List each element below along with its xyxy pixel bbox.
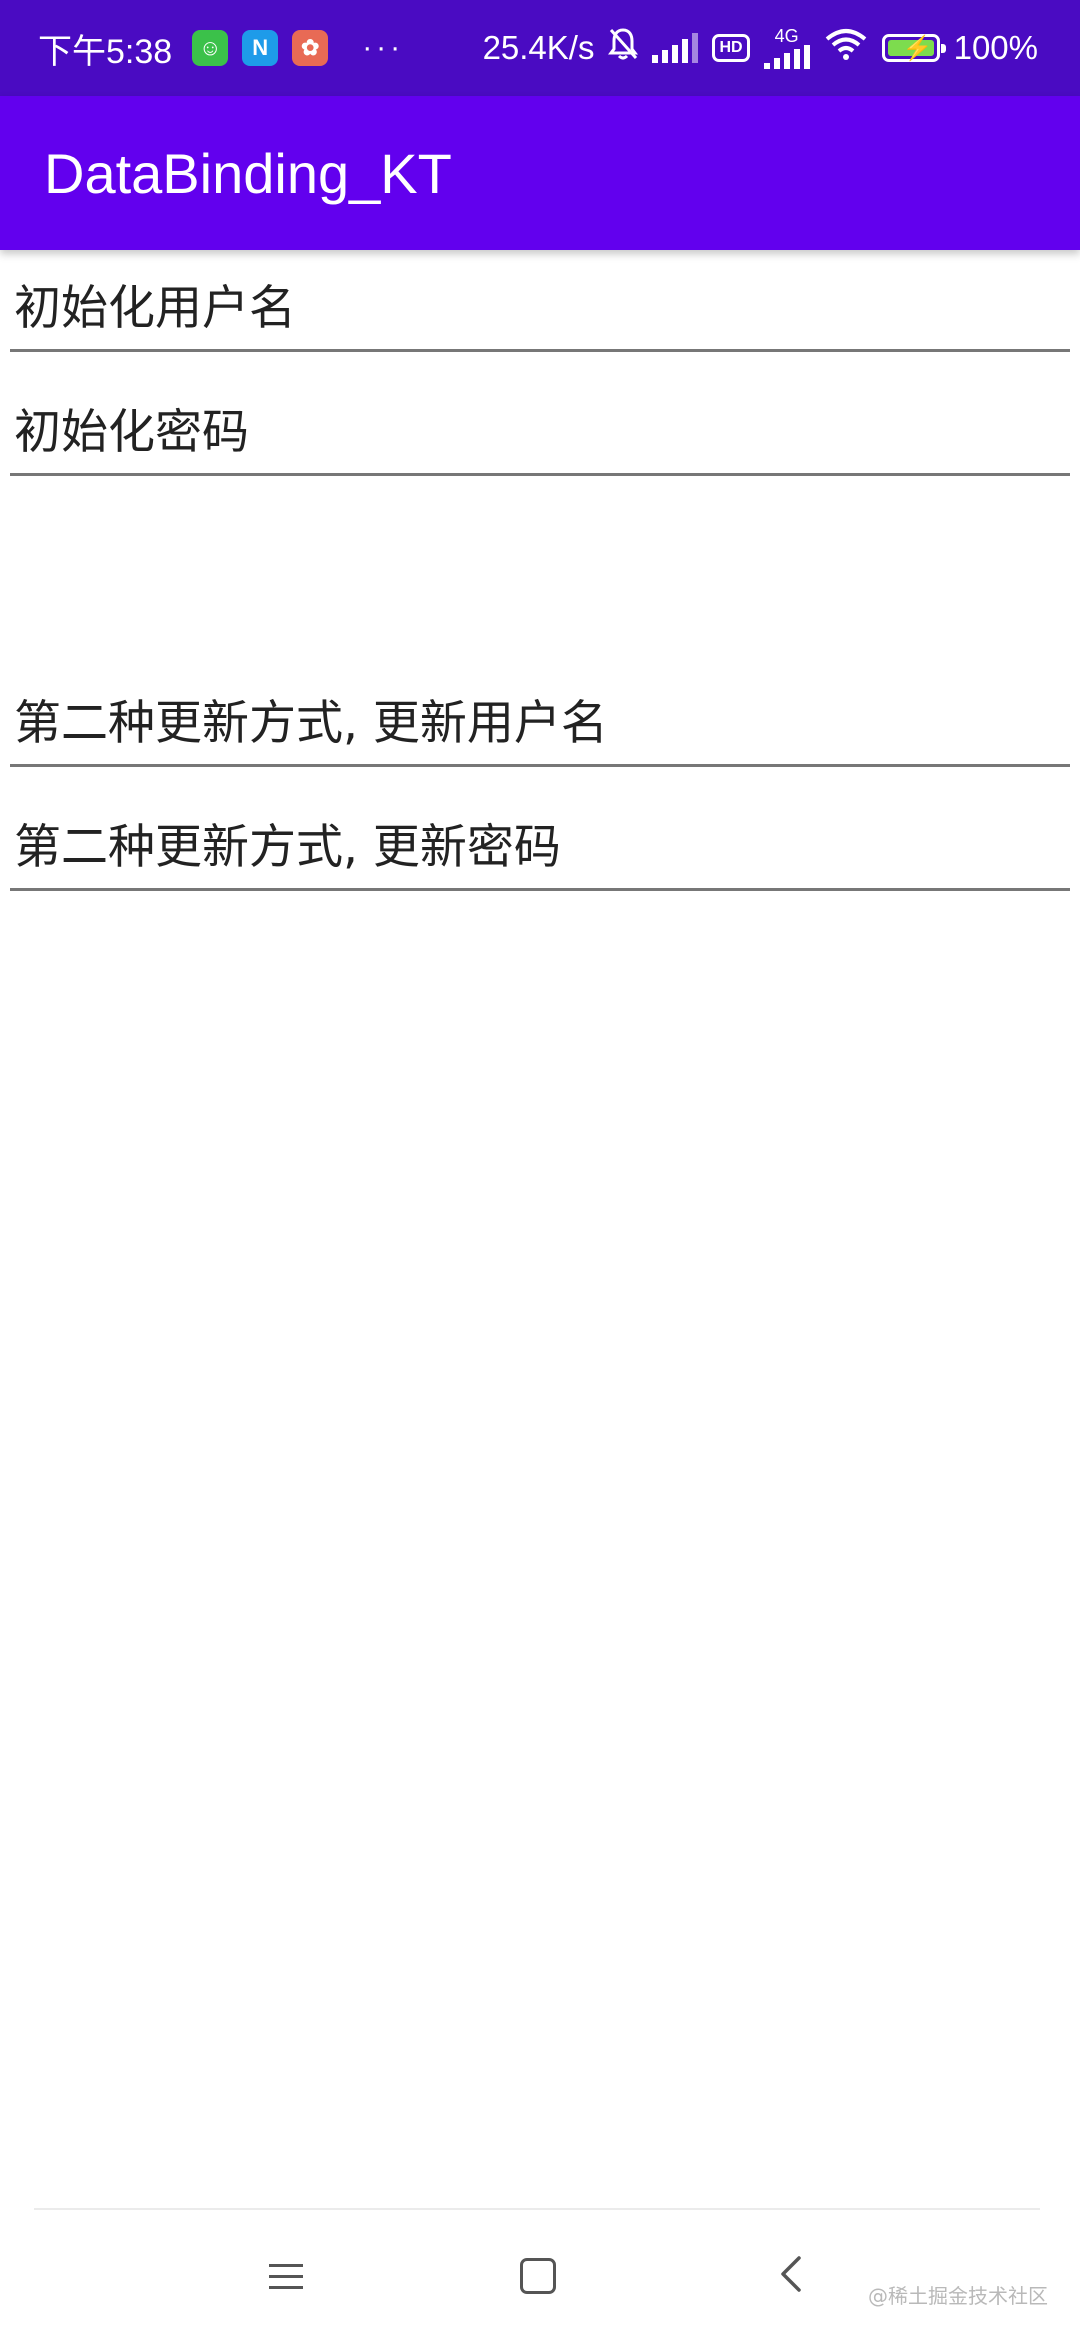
status-bar: 下午5:38 ☺ N ✿ ··· 25.4K/s HD 4G ⚡ 100% (0, 0, 1080, 96)
more-notifications-icon: ··· (362, 31, 405, 64)
username-field-underline (10, 349, 1070, 352)
hd-voice-badge: HD (712, 34, 750, 62)
back-chevron-icon (777, 2254, 805, 2298)
bell-off-icon (608, 27, 639, 70)
cell-signal-icon (763, 45, 810, 69)
app-bar: DataBinding_KT (0, 96, 1080, 250)
back-button[interactable] (755, 2240, 827, 2312)
username-field-value: 初始化用户名 (14, 281, 296, 336)
battery-percentage: 100% (953, 29, 1038, 66)
username-field[interactable]: 初始化用户名 (10, 252, 1070, 352)
battery-icon: ⚡ (881, 34, 946, 62)
mobile-network-icon: 4G (763, 26, 810, 69)
update-username-field-underline (10, 764, 1070, 767)
update-username-field-value: 第二种更新方式, 更新用户名 (14, 696, 608, 751)
home-icon (520, 2258, 556, 2294)
battery-terminal (940, 44, 946, 53)
navigation-bar (0, 2212, 1080, 2340)
n-app-icon: N (242, 30, 279, 66)
password-field-underline (10, 473, 1070, 476)
home-button[interactable] (502, 2240, 574, 2312)
wechat-green-icon: ☺ (192, 30, 229, 66)
network-type-label: 4G (774, 26, 799, 46)
password-field-value: 初始化密码 (14, 405, 249, 460)
menu-icon (269, 2256, 303, 2297)
mascot-app-icon: ✿ (292, 30, 329, 66)
wifi-icon (824, 27, 868, 70)
signal-strength-icon (652, 33, 699, 63)
update-password-field-value: 第二种更新方式, 更新密码 (14, 820, 561, 875)
nav-divider (34, 2208, 1040, 2210)
password-field[interactable]: 初始化密码 (10, 376, 1070, 476)
status-bar-left: 下午5:38 ☺ N ✿ ··· (38, 0, 404, 96)
update-username-field[interactable]: 第二种更新方式, 更新用户名 (10, 667, 1070, 767)
status-time: 下午5:38 (38, 32, 173, 71)
update-password-field-underline (10, 888, 1070, 891)
app-title: DataBinding_KT (44, 141, 452, 205)
watermark: @稀土掘金技术社区 (868, 2284, 1048, 2308)
network-speed: 25.4K/s (482, 29, 595, 66)
status-bar-right: 25.4K/s HD 4G ⚡ 100% (483, 0, 1038, 96)
update-password-field[interactable]: 第二种更新方式, 更新密码 (10, 791, 1070, 891)
charging-bolt-icon: ⚡ (902, 35, 933, 62)
recent-apps-button[interactable] (250, 2240, 322, 2312)
